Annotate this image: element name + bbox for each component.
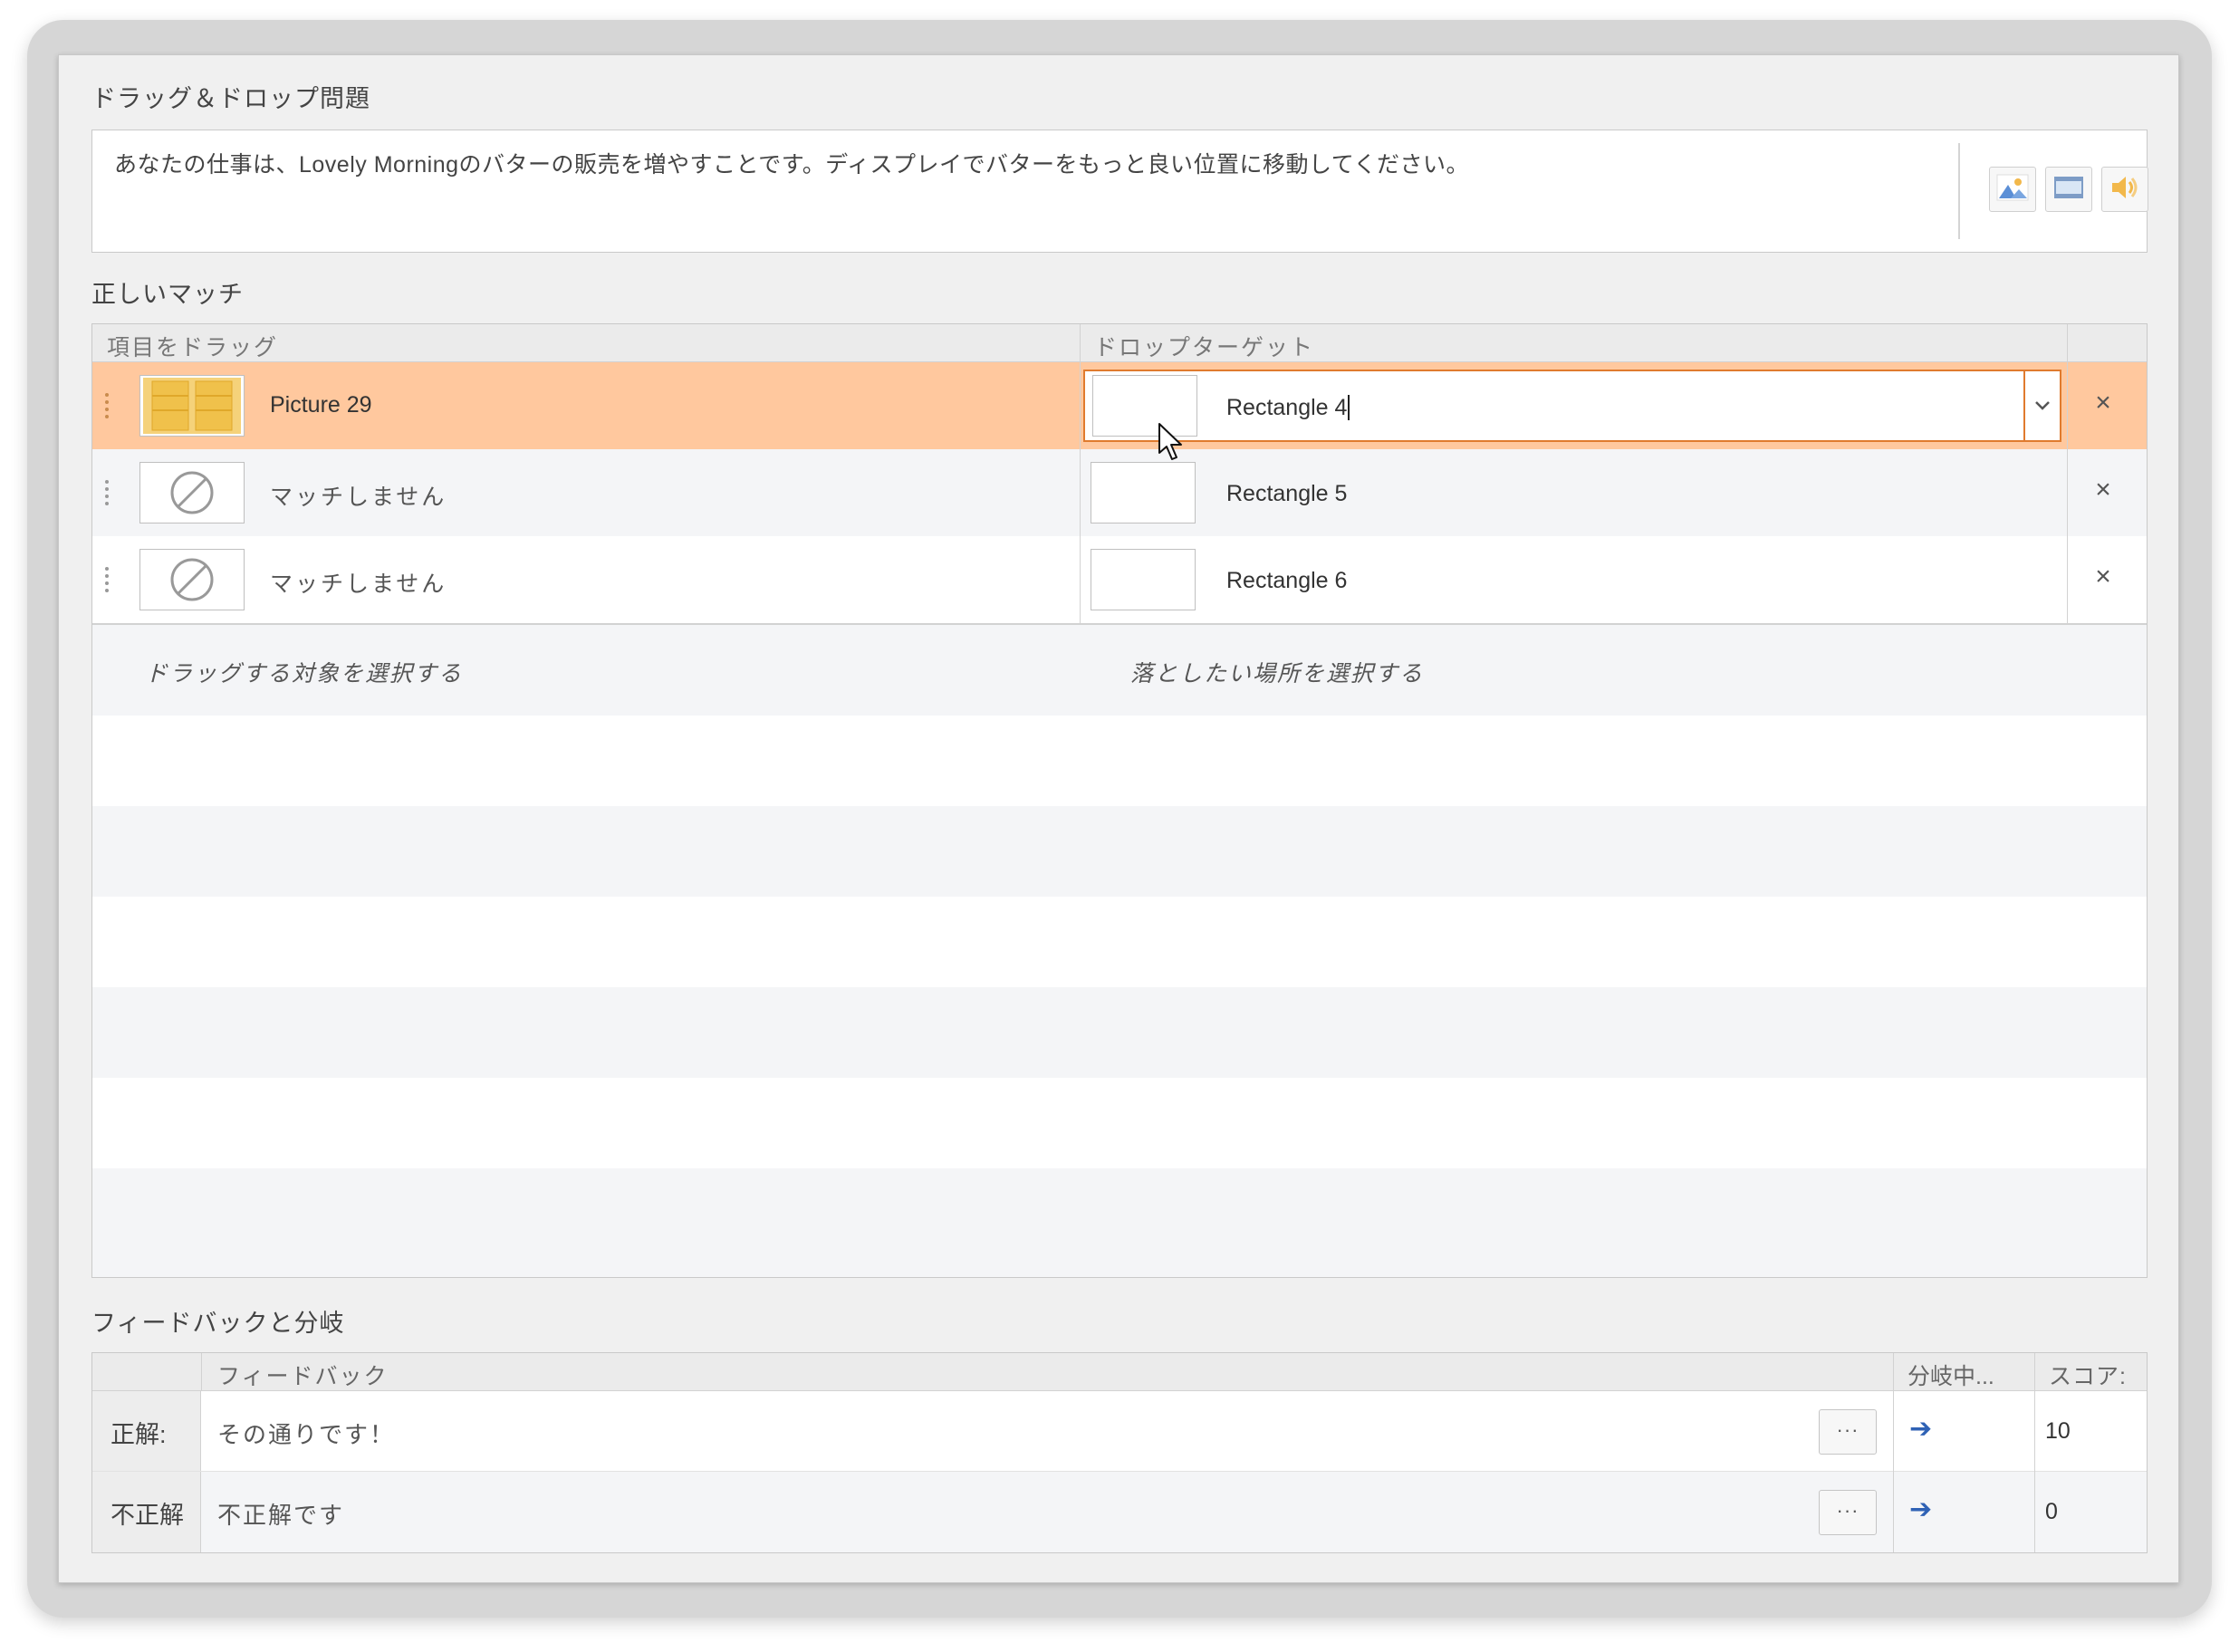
more-options-button[interactable]: ··· <box>1819 1409 1877 1455</box>
remove-row-button[interactable]: × <box>2085 388 2121 418</box>
column-header-drag: 項目をドラッグ <box>107 335 279 360</box>
select-drop-target-placeholder[interactable]: 落としたい場所を選択する <box>1130 656 1424 688</box>
insert-video-button[interactable] <box>2045 167 2092 212</box>
matches-section-title: 正しいマッチ <box>91 281 244 308</box>
feedback-row-correct: 正解: その通りです！ ··· ➔ 10 <box>92 1391 2147 1472</box>
drop-target-value[interactable]: Rectangle 5 <box>1226 481 1347 507</box>
select-drag-item-placeholder[interactable]: ドラッグする対象を選択する <box>145 656 463 688</box>
column-divider <box>201 1353 202 1391</box>
column-header-target: ドロップターゲット <box>1094 335 1315 360</box>
empty-row <box>92 1168 2147 1277</box>
question-text-box[interactable]: あなたの仕事は、Lovely Morningのバターの販売を増やすことです。ディ… <box>91 130 2148 253</box>
butter-image <box>139 375 245 437</box>
drop-target-select[interactable]: Rectangle 4 <box>1083 370 2061 442</box>
question-divider <box>1958 143 1960 239</box>
question-editor-window: ドラッグ＆ドロップ問題 あなたの仕事は、Lovely Morningのバターの販… <box>58 54 2179 1583</box>
column-divider <box>1080 324 1081 623</box>
new-match-row[interactable]: ドラッグする対象を選択する 落としたい場所を選択する <box>92 625 2147 716</box>
image-icon <box>1996 174 2029 206</box>
feedback-table-header: フィードバック 分岐中... スコア: <box>92 1353 2147 1391</box>
column-header-score: スコア: <box>2049 1364 2127 1389</box>
video-icon <box>2053 175 2084 205</box>
drop-target-value[interactable]: Rectangle 6 <box>1226 568 1347 594</box>
audio-icon <box>2109 174 2140 206</box>
feedback-row-incorrect: 不正解 不正解です ··· ➔ 0 <box>92 1472 2147 1552</box>
score-value[interactable]: 10 <box>2045 1418 2071 1445</box>
feedback-text[interactable]: その通りです！ <box>217 1417 395 1450</box>
drop-target-value[interactable]: Rectangle 4 <box>1226 395 1350 421</box>
remove-row-button[interactable]: × <box>2085 562 2121 592</box>
empty-row <box>92 897 2147 987</box>
column-divider <box>1893 1353 1894 1552</box>
empty-row <box>92 716 2147 806</box>
drag-item-label: Picture 29 <box>270 392 372 418</box>
drop-target-thumbnail <box>1091 549 1196 610</box>
score-value[interactable]: 0 <box>2045 1499 2058 1525</box>
column-header-feedback: フィードバック <box>217 1364 389 1389</box>
empty-row <box>92 1078 2147 1168</box>
empty-row <box>92 806 2147 897</box>
drag-handle-icon[interactable] <box>105 393 109 418</box>
branch-arrow-icon[interactable]: ➔ <box>1909 1413 1932 1445</box>
chevron-down-icon[interactable] <box>2023 371 2060 440</box>
insert-image-button[interactable] <box>1989 167 2036 212</box>
column-divider <box>2034 1353 2035 1552</box>
no-match-icon <box>139 549 245 610</box>
match-table: 項目をドラッグ ドロップターゲット Picture 29 Rectangle 4… <box>91 323 2148 1278</box>
remove-row-button[interactable]: × <box>2085 475 2121 505</box>
match-row[interactable]: Picture 29 Rectangle 4 × <box>92 362 2147 449</box>
drag-item-label: マッチしません <box>270 485 447 510</box>
question-section-title: ドラッグ＆ドロップ問題 <box>91 85 370 112</box>
row-header: 不正解 <box>92 1472 201 1552</box>
mouse-cursor-icon <box>1158 422 1185 466</box>
feedback-table: フィードバック 分岐中... スコア: 正解: その通りです！ ··· ➔ 10… <box>91 1352 2148 1553</box>
column-divider <box>2067 324 2068 623</box>
drag-handle-icon[interactable] <box>105 567 109 592</box>
branch-arrow-icon[interactable]: ➔ <box>1909 1494 1932 1525</box>
row-header: 正解: <box>92 1391 201 1471</box>
no-match-icon <box>139 462 245 523</box>
question-text[interactable]: あなたの仕事は、Lovely Morningのバターの販売を増やすことです。ディ… <box>114 147 1469 179</box>
more-options-button[interactable]: ··· <box>1819 1490 1877 1535</box>
drag-item-label: マッチしません <box>270 571 447 597</box>
match-row[interactable]: マッチしません Rectangle 5 × <box>92 449 2147 536</box>
feedback-section-title: フィードバックと分岐 <box>91 1310 345 1337</box>
match-row[interactable]: マッチしません Rectangle 6 × <box>92 536 2147 623</box>
drop-target-thumbnail <box>1091 462 1196 523</box>
column-header-branch: 分岐中... <box>1907 1364 1994 1389</box>
match-table-header: 項目をドラッグ ドロップターゲット <box>92 324 2147 362</box>
feedback-text[interactable]: 不正解です <box>217 1497 344 1531</box>
drag-handle-icon[interactable] <box>105 480 109 505</box>
insert-audio-button[interactable] <box>2101 167 2148 212</box>
empty-row <box>92 987 2147 1078</box>
